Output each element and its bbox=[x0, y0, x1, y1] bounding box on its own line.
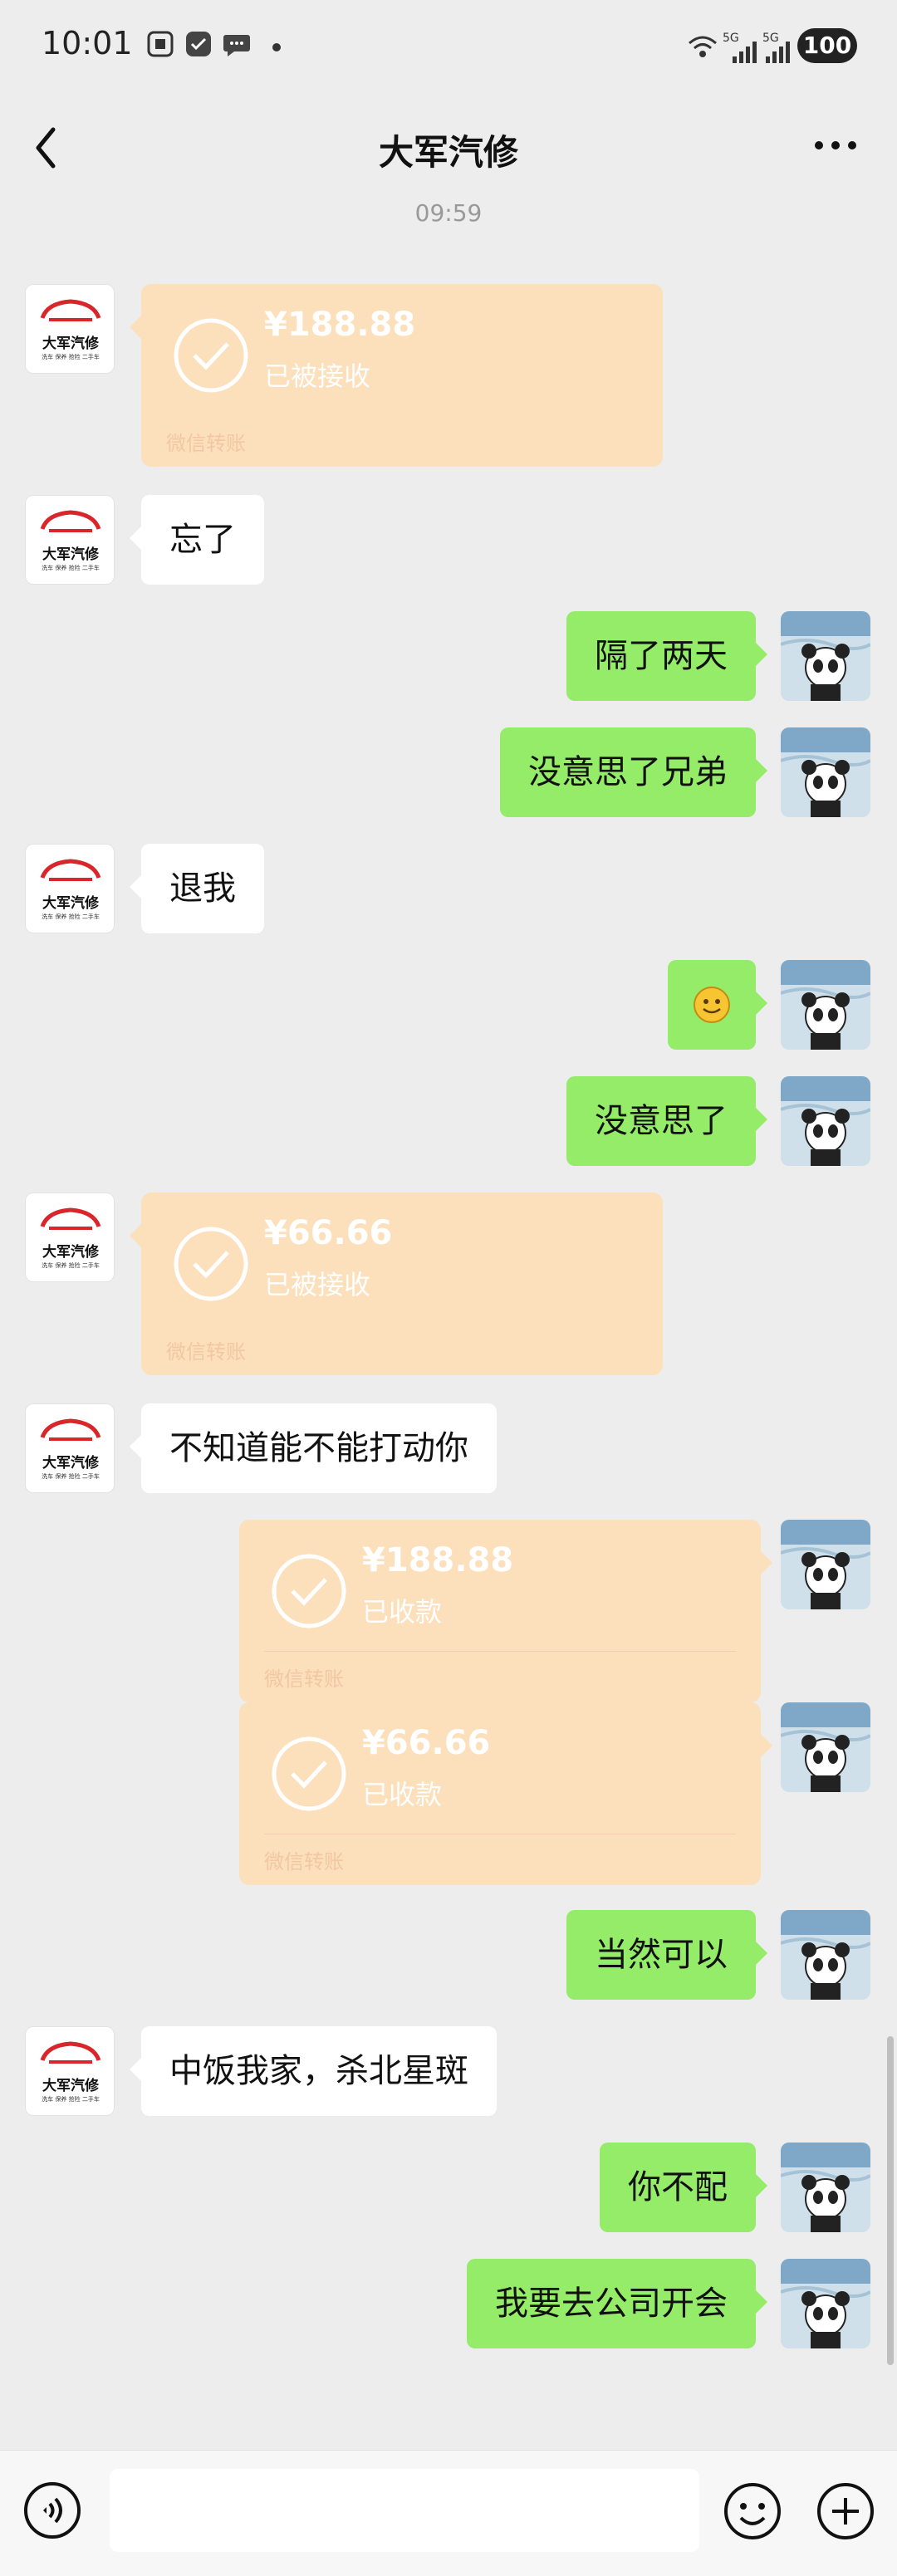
avatar-brand-subtitle: 洗车 保养 抢险 二手车 bbox=[42, 2096, 100, 2103]
message-bubble[interactable]: 忘了 bbox=[130, 495, 264, 585]
transfer-amount: ¥188.88 bbox=[264, 306, 416, 344]
more-dots-icon[interactable] bbox=[811, 133, 860, 158]
smile-emoji-icon bbox=[694, 987, 730, 1023]
message-bubble[interactable]: 没意思了 bbox=[566, 1076, 767, 1166]
transfer-status: 已被接收 bbox=[264, 1269, 371, 1300]
wifi-icon bbox=[689, 36, 717, 57]
user-avatar[interactable] bbox=[781, 2259, 870, 2348]
user-avatar[interactable] bbox=[781, 1520, 870, 1609]
avatar-brand-subtitle: 洗车 保养 抢险 二手车 bbox=[42, 354, 100, 360]
emoji-bubble[interactable] bbox=[668, 960, 767, 1050]
signal-icon bbox=[733, 42, 757, 63]
message-bubble[interactable]: 退我 bbox=[130, 844, 264, 933]
transfer-card[interactable]: ¥66.66 已被接收 微信转账 bbox=[130, 1193, 663, 1375]
scrollbar[interactable] bbox=[887, 2036, 894, 2365]
transfer-status: 已收款 bbox=[362, 1779, 443, 1810]
avatar-brand-name: 大军汽修 bbox=[42, 335, 99, 352]
task-icon bbox=[186, 32, 211, 56]
car-logo-icon bbox=[40, 2041, 101, 2064]
transfer-status: 已被接收 bbox=[264, 360, 371, 392]
message-bubble[interactable]: 中饭我家，杀北星斑 bbox=[130, 2026, 497, 2116]
avatar-brand-name: 大军汽修 bbox=[42, 2078, 99, 2094]
user-avatar[interactable] bbox=[781, 960, 870, 1050]
transfer-amount: ¥188.88 bbox=[362, 1541, 514, 1579]
emoji-icon[interactable] bbox=[723, 2481, 782, 2541]
transfer-amount: ¥66.66 bbox=[362, 1724, 491, 1762]
status-bar: 10:01 5G 5G 100 bbox=[0, 0, 897, 98]
user-avatar[interactable] bbox=[781, 1702, 870, 1792]
user-avatar[interactable] bbox=[781, 1076, 870, 1166]
user-avatar[interactable] bbox=[781, 611, 870, 701]
message-bubble[interactable]: 隔了两天 bbox=[566, 611, 767, 701]
contact-avatar[interactable]: 大军汽修 洗车 保养 抢险 二手车 bbox=[25, 1193, 115, 1282]
avatar-brand-subtitle: 洗车 保养 抢险 二手车 bbox=[42, 565, 100, 571]
car-logo-icon bbox=[40, 510, 101, 532]
signal-icon-2 bbox=[766, 42, 790, 63]
status-time: 10:01 bbox=[42, 25, 133, 61]
avatar-brand-name: 大军汽修 bbox=[42, 1455, 99, 1472]
car-logo-icon bbox=[40, 1207, 101, 1230]
car-logo-icon bbox=[40, 859, 101, 881]
avatar-brand-name: 大军汽修 bbox=[42, 895, 99, 912]
transfer-status: 已收款 bbox=[362, 1596, 443, 1628]
check-circle-icon bbox=[272, 1554, 346, 1628]
car-logo-icon bbox=[40, 299, 101, 321]
message-timestamp: 09:59 bbox=[414, 199, 483, 227]
scan-icon bbox=[147, 31, 174, 57]
contact-avatar[interactable]: 大军汽修 洗车 保养 抢险 二手车 bbox=[25, 1403, 115, 1493]
battery-indicator: 100 bbox=[797, 28, 857, 63]
transfer-card[interactable]: ¥188.88 已被接收 微信转账 bbox=[130, 284, 663, 467]
transfer-footer: 微信转账 bbox=[166, 1340, 246, 1364]
contact-avatar[interactable]: 大军汽修 洗车 保养 抢险 二手车 bbox=[25, 495, 115, 585]
contact-avatar[interactable]: 大军汽修 洗车 保养 抢险 二手车 bbox=[25, 284, 115, 374]
transfer-footer: 微信转账 bbox=[264, 1668, 344, 1691]
check-circle-icon bbox=[174, 318, 248, 393]
avatar-brand-subtitle: 洗车 保养 抢险 二手车 bbox=[42, 1473, 100, 1480]
voice-icon[interactable] bbox=[23, 2481, 81, 2539]
message-bubble[interactable]: 不知道能不能打动你 bbox=[130, 1403, 497, 1493]
notification-dot bbox=[272, 43, 281, 51]
avatar-brand-name: 大军汽修 bbox=[42, 1244, 99, 1261]
car-logo-icon bbox=[40, 1418, 101, 1441]
message-bubble[interactable]: 你不配 bbox=[600, 2143, 767, 2232]
chat-title: 大军汽修 bbox=[378, 132, 518, 173]
plus-icon[interactable] bbox=[816, 2481, 875, 2541]
message-icon bbox=[223, 35, 250, 56]
check-circle-icon bbox=[272, 1736, 346, 1811]
contact-avatar[interactable]: 大军汽修 洗车 保养 抢险 二手车 bbox=[25, 844, 115, 933]
user-avatar[interactable] bbox=[781, 727, 870, 817]
transfer-footer: 微信转账 bbox=[166, 432, 246, 455]
user-avatar[interactable] bbox=[781, 1910, 870, 2000]
transfer-amount: ¥66.66 bbox=[264, 1214, 393, 1252]
transfer-card[interactable]: ¥66.66 已收款 微信转账 bbox=[239, 1702, 772, 1885]
transfer-divider bbox=[264, 1651, 736, 1652]
avatar-brand-subtitle: 洗车 保养 抢险 二手车 bbox=[42, 913, 100, 920]
avatar-brand-name: 大军汽修 bbox=[42, 546, 99, 563]
avatar-brand-subtitle: 洗车 保养 抢险 二手车 bbox=[42, 1262, 100, 1269]
message-bubble[interactable]: 当然可以 bbox=[566, 1910, 767, 2000]
message-bubble[interactable]: 我要去公司开会 bbox=[467, 2259, 767, 2348]
transfer-card[interactable]: ¥188.88 已收款 微信转账 bbox=[239, 1520, 772, 1702]
message-bubble[interactable]: 没意思了兄弟 bbox=[500, 727, 767, 817]
transfer-footer: 微信转账 bbox=[264, 1850, 344, 1873]
user-avatar[interactable] bbox=[781, 2143, 870, 2232]
contact-avatar[interactable]: 大军汽修 洗车 保养 抢险 二手车 bbox=[25, 2026, 115, 2116]
check-circle-icon bbox=[174, 1227, 248, 1301]
message-input[interactable] bbox=[110, 2469, 699, 2552]
